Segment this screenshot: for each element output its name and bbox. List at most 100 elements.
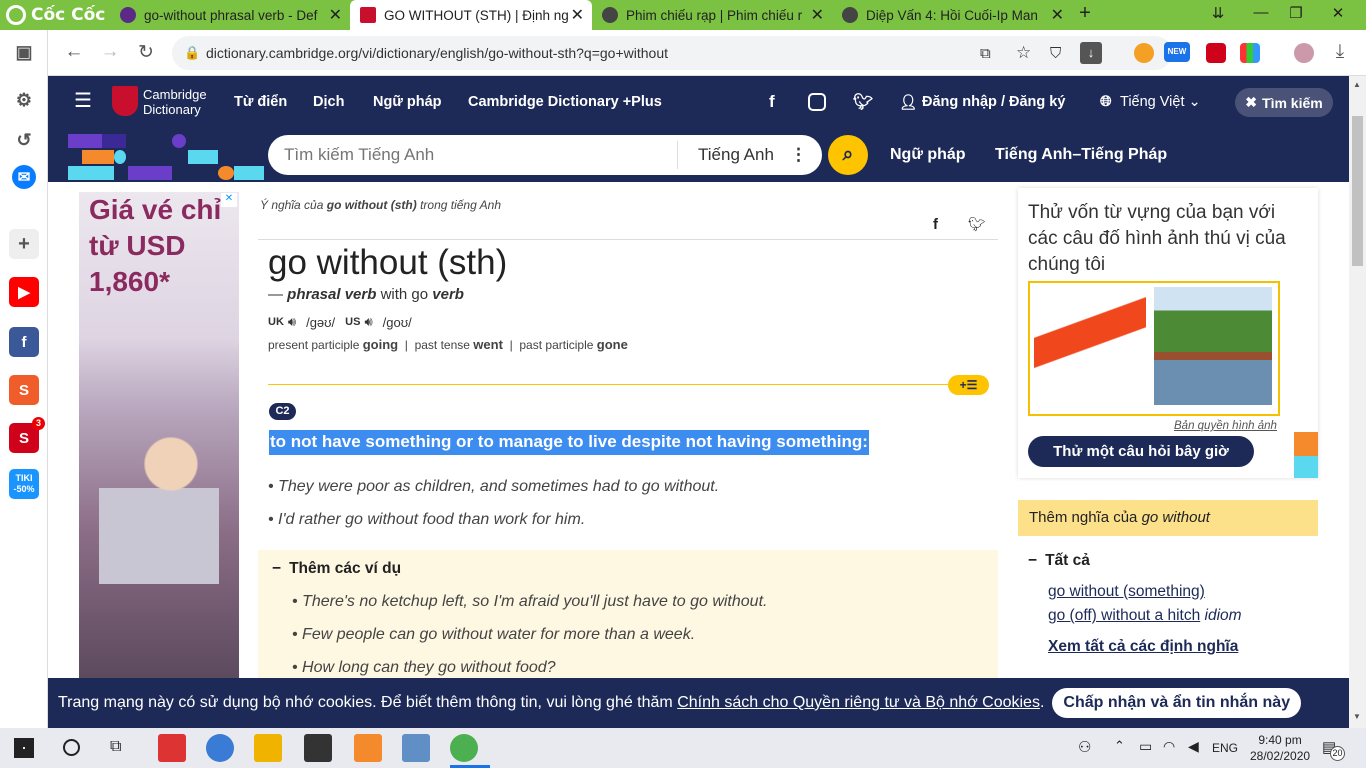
- forward-icon[interactable]: →: [98, 41, 122, 63]
- all-meanings-toggle[interactable]: − Tất cả: [1028, 552, 1090, 570]
- download-page-icon[interactable]: ↓: [1080, 42, 1102, 64]
- sidebar-toggle-icon[interactable]: ▣: [9, 37, 39, 67]
- privacy-policy-link[interactable]: Chính sách cho Quyền riêng tư và Bộ nhớ …: [677, 694, 1040, 712]
- color-extension-icon[interactable]: [1240, 43, 1260, 63]
- menu-icon[interactable]: ☰: [74, 91, 94, 111]
- close-tab-icon[interactable]: ✕: [571, 5, 584, 25]
- headword: go without (sth): [268, 243, 508, 282]
- taskbar-app-icon[interactable]: [206, 734, 234, 762]
- taskbar-app-icon[interactable]: [304, 734, 332, 762]
- close-tab-icon[interactable]: ✕: [1051, 5, 1064, 25]
- input-language[interactable]: ENG: [1212, 741, 1238, 755]
- related-link-1[interactable]: go without (something): [1048, 583, 1205, 601]
- related-link-2[interactable]: go (off) without a hitch idiom: [1048, 607, 1242, 625]
- minimize-icon[interactable]: —: [1251, 4, 1271, 21]
- search-icon[interactable]: [63, 739, 80, 756]
- translate-icon[interactable]: ⧉: [980, 45, 991, 62]
- taskbar-app-icon[interactable]: [354, 734, 382, 762]
- clock[interactable]: 9:40 pm 28/02/2020: [1250, 732, 1310, 764]
- share-facebook-icon[interactable]: f: [933, 216, 938, 233]
- add-to-wordlist-icon[interactable]: +☰: [948, 375, 989, 395]
- more-options-icon[interactable]: ⋮: [790, 145, 807, 165]
- search-input[interactable]: [284, 145, 674, 165]
- tab-1[interactable]: go-without phrasal verb - Def ✕: [110, 0, 350, 30]
- page-scrollbar[interactable]: ▲ ▼: [1349, 76, 1366, 728]
- nav-plus[interactable]: Cambridge Dictionary +Plus: [468, 94, 662, 110]
- nav-translate[interactable]: Dịch: [313, 94, 344, 110]
- search-language-selector[interactable]: Tiếng Anh: [698, 145, 774, 165]
- nav-dictionary[interactable]: Từ điển: [234, 94, 287, 110]
- tab-2-active[interactable]: GO WITHOUT (STH) | Định ng ✕: [350, 0, 592, 30]
- history-icon[interactable]: ↺: [9, 125, 39, 155]
- sendo-icon[interactable]: S3: [9, 417, 45, 453]
- coccoc-taskbar-icon[interactable]: [450, 734, 478, 762]
- shield-icon[interactable]: ⛉: [1050, 45, 1061, 62]
- cambridge-crest-icon[interactable]: [112, 86, 138, 116]
- collapse-icon: −: [1028, 552, 1038, 569]
- messenger-icon[interactable]: ✉: [12, 165, 36, 189]
- scroll-down-icon[interactable]: ▼: [1353, 712, 1361, 721]
- take-quiz-button[interactable]: Thử một câu hỏi bây giờ: [1028, 436, 1254, 467]
- back-icon[interactable]: ←: [62, 41, 86, 63]
- notifications-icon[interactable]: ▤ 20: [1322, 738, 1345, 761]
- window-restore-tabs-icon[interactable]: ⇊: [1208, 4, 1228, 22]
- volume-icon[interactable]: ◀︎: [1188, 738, 1199, 755]
- search-button[interactable]: ⌕: [828, 135, 868, 175]
- people-icon[interactable]: ⚇: [1078, 738, 1091, 756]
- facebook-icon[interactable]: f: [9, 327, 39, 357]
- taskbar-app-icon[interactable]: [402, 734, 430, 762]
- adchoices-close-icon[interactable]: ✕: [221, 193, 237, 207]
- maximize-icon[interactable]: ❐: [1286, 4, 1306, 22]
- advertisement[interactable]: Giá vé chỉ từ USD 1,860* ✕: [79, 192, 239, 678]
- adblock-extension-icon[interactable]: [1206, 43, 1226, 63]
- close-window-icon[interactable]: ✕: [1328, 4, 1348, 22]
- url-field[interactable]: 🔒 dictionary.cambridge.org/vi/dictionary…: [172, 36, 1172, 70]
- tab-3[interactable]: Phim chiếu rạp | Phim chiếu r ✕: [592, 0, 832, 30]
- scroll-thumb[interactable]: [1352, 116, 1363, 266]
- share-twitter-icon[interactable]: 🐦︎: [968, 216, 986, 233]
- downloads-icon[interactable]: ⤓: [1328, 41, 1352, 63]
- profile-avatar[interactable]: [1294, 43, 1314, 63]
- reload-icon[interactable]: ↻: [134, 41, 158, 64]
- search-icon: ⌕: [842, 144, 854, 165]
- close-search-button[interactable]: ✖ Tìm kiếm: [1235, 88, 1333, 117]
- wifi-icon[interactable]: ◠: [1163, 738, 1175, 755]
- instagram-icon[interactable]: [808, 93, 826, 111]
- scroll-up-icon[interactable]: ▲: [1353, 80, 1361, 89]
- new-extension-icon[interactable]: NEW: [1164, 42, 1190, 62]
- quiz-image-frame[interactable]: [1028, 281, 1280, 416]
- task-view-icon[interactable]: ⧉: [110, 738, 121, 756]
- windows-start-icon[interactable]: [14, 738, 34, 758]
- tiki-icon[interactable]: TIKI -50%: [9, 469, 39, 499]
- nav-grammar[interactable]: Ngữ pháp: [373, 94, 442, 110]
- battery-icon[interactable]: ▭: [1139, 738, 1152, 755]
- tab-4[interactable]: Diệp Vấn 4: Hồi Cuối-Ip Man ✕: [832, 0, 1072, 30]
- show-hidden-icons-icon[interactable]: ⌃: [1114, 738, 1125, 754]
- new-tab-icon[interactable]: +: [1075, 2, 1095, 25]
- site-logo-text[interactable]: Cambridge Dictionary: [143, 87, 207, 117]
- taskbar-app-icon[interactable]: [158, 734, 186, 762]
- youtube-icon[interactable]: ▶: [9, 277, 39, 307]
- close-icon: ✖: [1245, 94, 1258, 110]
- browser-logo[interactable]: Cốc Cốc: [6, 4, 105, 26]
- see-all-definitions-link[interactable]: Xem tất cả các định nghĩa: [1048, 638, 1238, 656]
- login-link[interactable]: Đăng nhập / Đăng ký: [922, 94, 1065, 110]
- bookmark-star-icon[interactable]: ☆: [1016, 43, 1031, 63]
- settings-icon[interactable]: ⚙: [9, 85, 39, 115]
- coccoc-extension-icon[interactable]: [1134, 43, 1154, 63]
- twitter-icon[interactable]: 🐦︎: [853, 92, 873, 112]
- shopee-icon[interactable]: S: [9, 375, 39, 405]
- image-credit-link[interactable]: Bản quyền hình ảnh: [1174, 420, 1277, 432]
- facebook-icon[interactable]: f: [769, 92, 775, 112]
- file-explorer-icon[interactable]: [254, 734, 282, 762]
- more-examples-toggle[interactable]: − Thêm các ví dụ: [272, 560, 401, 578]
- close-tab-icon[interactable]: ✕: [811, 5, 824, 25]
- us-audio-speaker-icon[interactable]: 🔊︎: [364, 314, 372, 330]
- close-tab-icon[interactable]: ✕: [329, 5, 342, 25]
- accept-cookies-button[interactable]: Chấp nhận và ẩn tin nhắn này: [1052, 688, 1302, 718]
- add-app-icon[interactable]: +: [9, 229, 39, 259]
- language-selector[interactable]: Tiếng Việt ⌄: [1120, 94, 1201, 110]
- link-grammar[interactable]: Ngữ pháp: [890, 146, 966, 164]
- uk-audio-speaker-icon[interactable]: 🔊︎: [288, 314, 296, 330]
- link-english-french[interactable]: Tiếng Anh–Tiếng Pháp: [995, 146, 1167, 164]
